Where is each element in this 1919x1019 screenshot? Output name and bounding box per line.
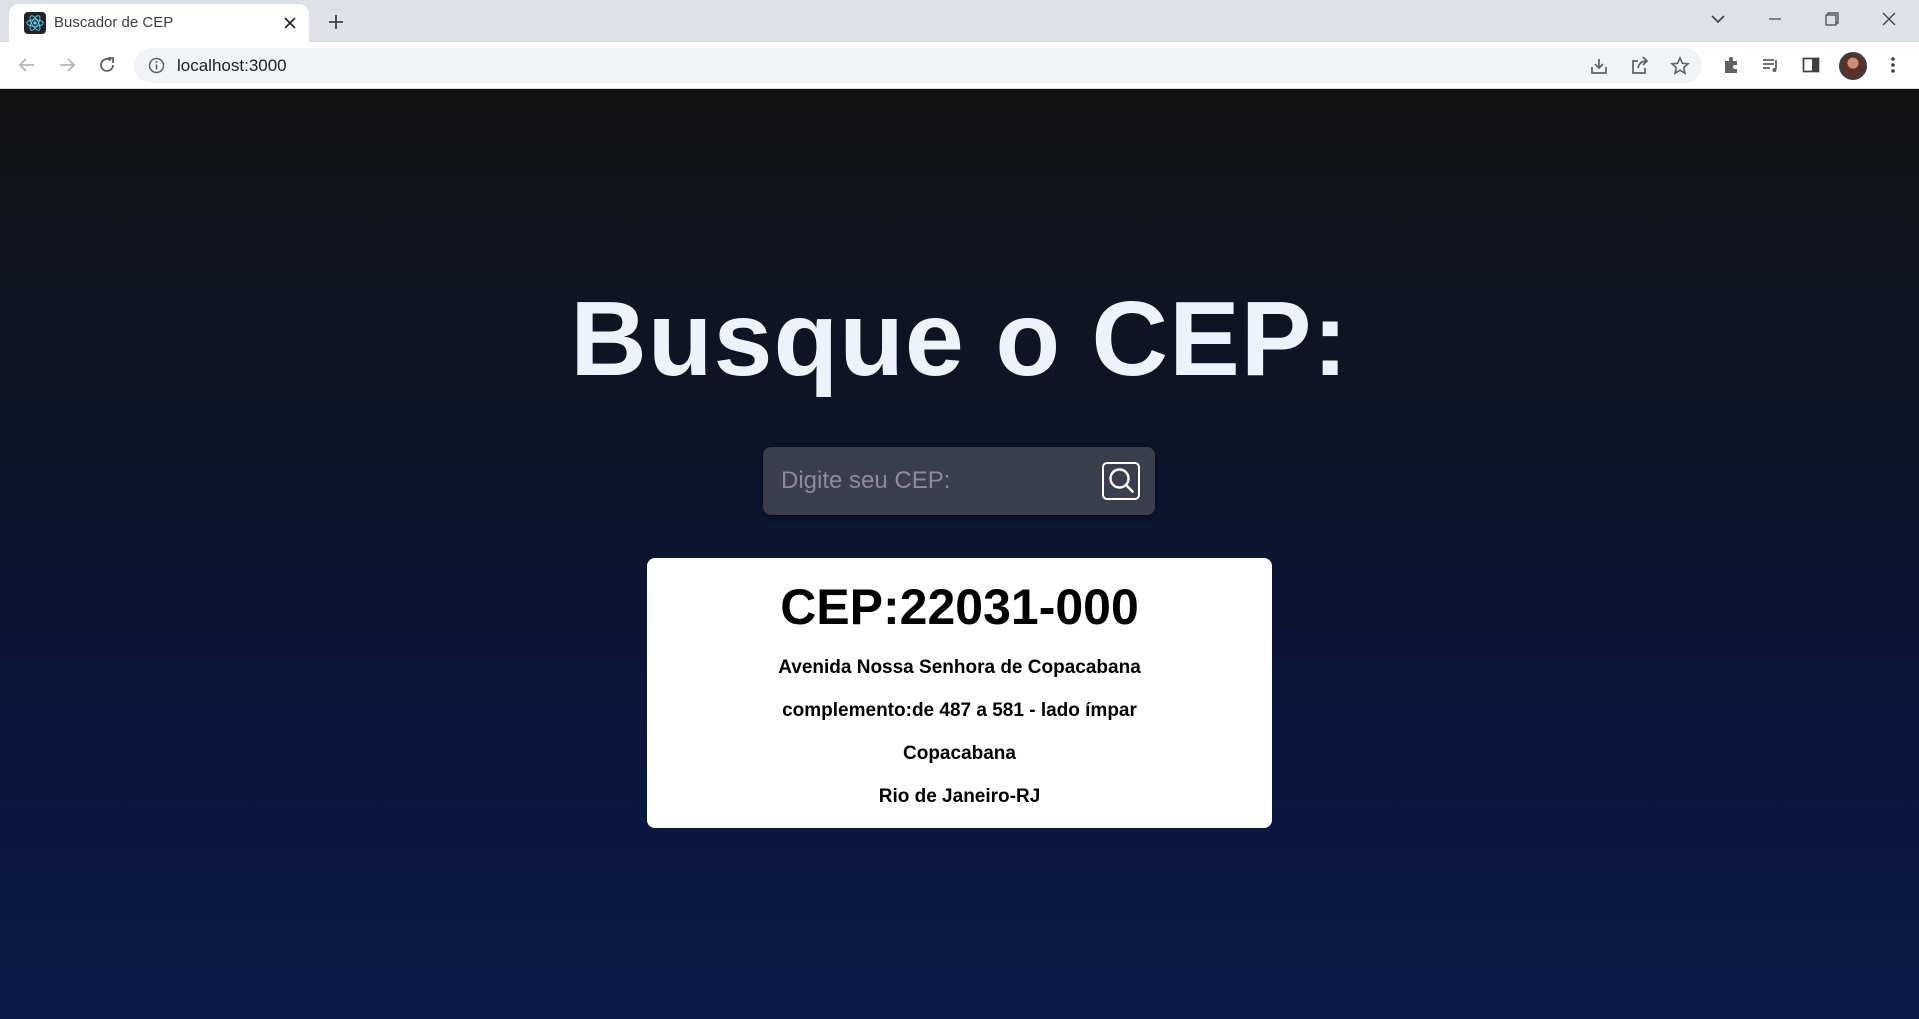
tab-search-chevron-icon[interactable] bbox=[1690, 0, 1746, 38]
site-info-icon[interactable] bbox=[148, 57, 165, 74]
minimize-icon[interactable] bbox=[1747, 0, 1803, 38]
url-text: localhost:3000 bbox=[177, 56, 287, 75]
browser-tabstrip: Buscador de CEP bbox=[0, 0, 1919, 42]
complemento-line: complemento:de 487 a 581 - lado ímpar bbox=[647, 700, 1272, 722]
more-menu-icon[interactable] bbox=[1880, 52, 1906, 78]
search-icon bbox=[1107, 466, 1135, 497]
page-title: Busque o CEP: bbox=[570, 280, 1349, 398]
cep-result-title: CEP:22031-000 bbox=[647, 578, 1272, 636]
reload-icon[interactable] bbox=[92, 50, 122, 80]
cep-search-box bbox=[763, 447, 1155, 515]
tab-title: Buscador de CEP bbox=[54, 14, 174, 31]
install-app-icon[interactable] bbox=[1587, 54, 1611, 78]
cep-result-card: CEP:22031-000 Avenida Nossa Senhora de C… bbox=[647, 558, 1272, 828]
new-tab-button[interactable] bbox=[323, 9, 349, 35]
react-logo-icon bbox=[24, 12, 46, 34]
cep-value: 22031-000 bbox=[899, 579, 1139, 635]
logradouro-text: Avenida Nossa Senhora de Copacabana bbox=[778, 657, 1141, 678]
forward-arrow-icon[interactable] bbox=[52, 50, 82, 80]
cep-input[interactable] bbox=[781, 461, 1081, 501]
profile-avatar[interactable] bbox=[1839, 52, 1867, 80]
cep-label: CEP: bbox=[780, 579, 900, 635]
complemento-value: de 487 a 581 - lado ímpar bbox=[911, 700, 1137, 721]
restore-icon[interactable] bbox=[1804, 0, 1860, 38]
browser-tab[interactable]: Buscador de CEP bbox=[9, 4, 309, 42]
browser-toolbar: localhost:3000 bbox=[0, 42, 1919, 89]
uf-text: RJ bbox=[1015, 786, 1041, 807]
extensions-puzzle-icon[interactable] bbox=[1718, 52, 1744, 78]
page-viewport: Busque o CEP: CEP:22031-000 Avenida Noss… bbox=[0, 89, 1919, 1019]
address-bar[interactable]: localhost:3000 bbox=[134, 48, 1702, 83]
media-queue-icon[interactable] bbox=[1758, 52, 1784, 78]
close-window-icon[interactable] bbox=[1861, 0, 1917, 38]
share-icon[interactable] bbox=[1628, 54, 1652, 78]
bairro-text: Copacabana bbox=[903, 743, 1016, 764]
bookmark-star-icon[interactable] bbox=[1668, 54, 1692, 78]
side-panel-icon[interactable] bbox=[1798, 52, 1824, 78]
tab-close-icon[interactable] bbox=[280, 13, 300, 33]
search-button[interactable] bbox=[1102, 462, 1140, 500]
city-state-line: Rio de Janeiro-RJ bbox=[878, 786, 1041, 807]
localidade-text: Rio de Janeiro bbox=[878, 786, 1010, 807]
complemento-label: complemento: bbox=[782, 700, 912, 721]
back-arrow-icon[interactable] bbox=[12, 50, 42, 80]
